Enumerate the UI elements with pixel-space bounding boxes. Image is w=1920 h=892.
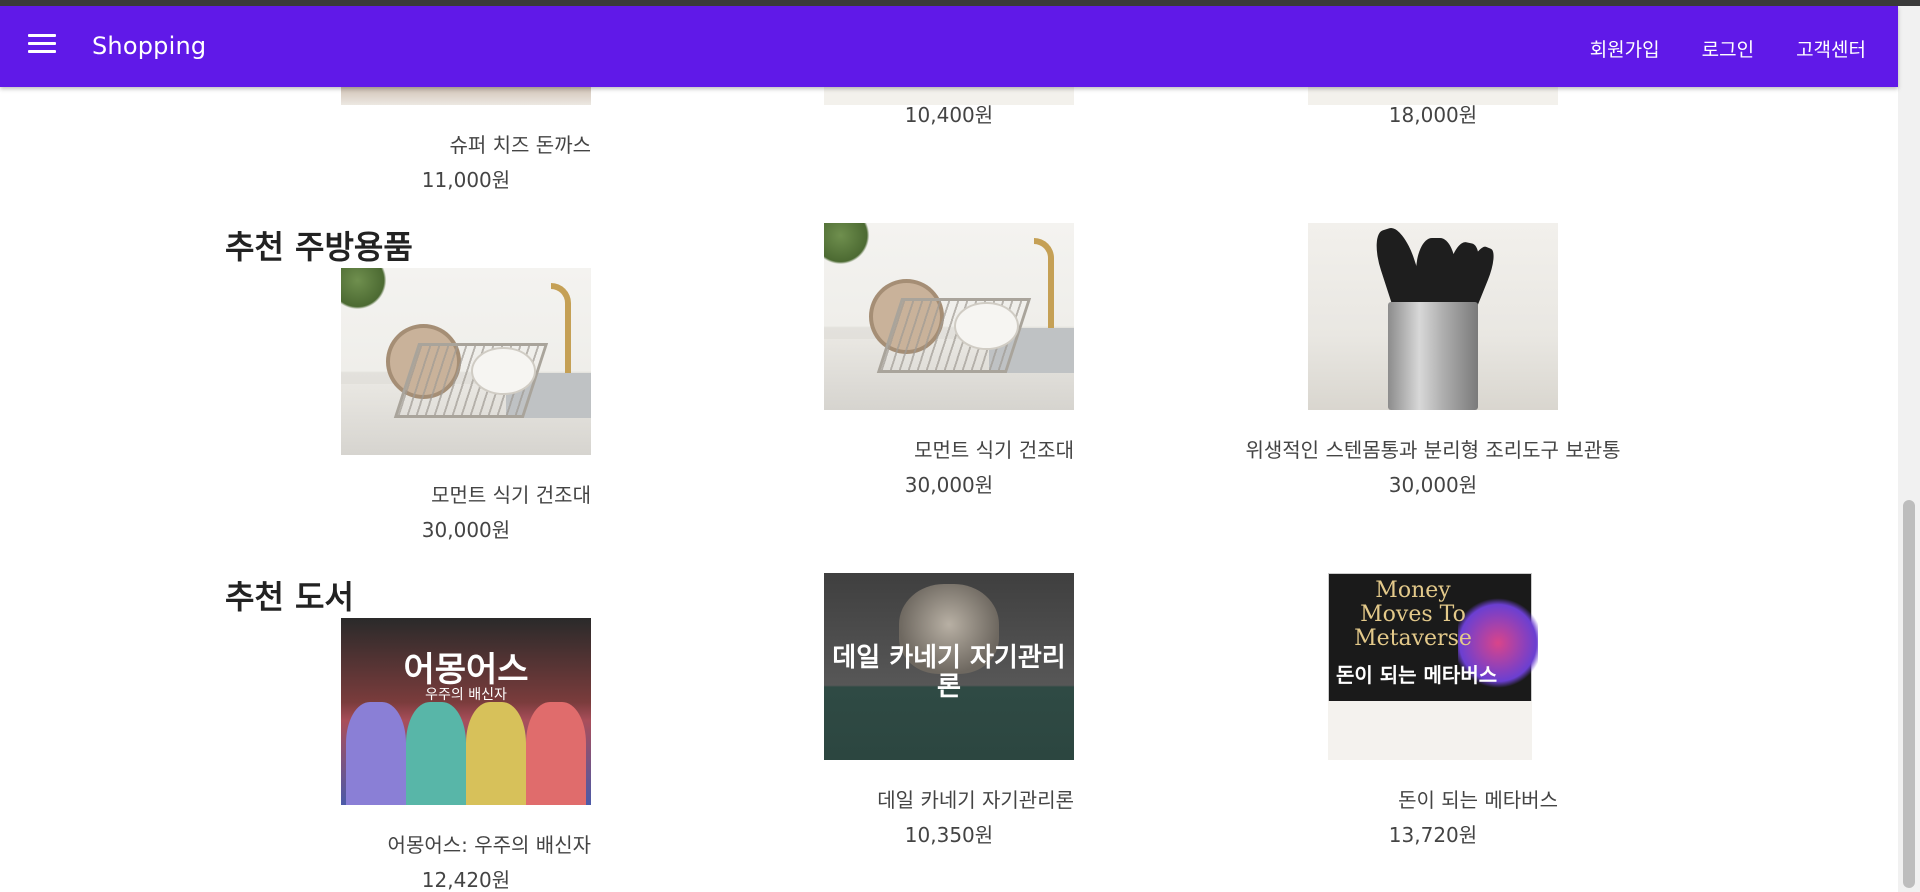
customer-center-link[interactable]: 고객센터 xyxy=(1796,35,1866,62)
product-image[interactable] xyxy=(341,268,591,455)
book-cover-title: Money Moves To Metaverse xyxy=(1354,578,1472,651)
product-price: 10,350원 xyxy=(904,823,994,847)
product-price: 30,000원 xyxy=(904,473,994,497)
menu-icon[interactable] xyxy=(28,34,56,56)
product-image[interactable] xyxy=(1308,223,1558,410)
product-image[interactable]: 어몽어스 우주의 배신자 xyxy=(341,618,591,805)
product-price: 12,420원 xyxy=(421,868,511,892)
product-image[interactable]: Money Moves To Metaverse 돈이 되는 메타버스 xyxy=(1308,573,1558,760)
vertical-scrollbar[interactable] xyxy=(1898,6,1920,892)
product-image[interactable]: 데일 카네기 자기관리론 xyxy=(824,573,1074,760)
product-card[interactable]: 어몽어스 우주의 배신자 어몽어스: 우주의 배신자 12,420원 xyxy=(341,618,591,892)
product-name: 돈이 되는 메타버스 xyxy=(1398,788,1558,812)
window-top-edge xyxy=(0,0,1920,6)
product-card[interactable]: 모먼트 식기 건조대 30,000원 xyxy=(824,223,1074,498)
product-name: 위생적인 스텐몸통과 분리형 조리도구 보관통 xyxy=(1245,438,1621,462)
main-content: 슈퍼 치즈 돈까스 11,000원 10,400원 18,000원 추천 주방용… xyxy=(0,0,1898,892)
book-cover-subtitle: 돈이 되는 메타버스 xyxy=(1336,663,1498,687)
signup-link[interactable]: 회원가입 xyxy=(1590,35,1660,62)
product-card[interactable]: 위생적인 스텐몸통과 분리형 조리도구 보관통 30,000원 xyxy=(1245,223,1621,498)
app-bar: Shopping 회원가입 로그인 고객센터 xyxy=(0,6,1898,87)
product-name: 데일 카네기 자기관리론 xyxy=(877,788,1074,812)
scrollbar-thumb[interactable] xyxy=(1903,500,1915,888)
book-cover-subtitle: 우주의 배신자 xyxy=(425,687,507,703)
product-name: 모먼트 식기 건조대 xyxy=(914,438,1074,462)
product-image[interactable] xyxy=(824,223,1074,410)
product-card[interactable]: 데일 카네기 자기관리론 데일 카네기 자기관리론 10,350원 xyxy=(824,573,1074,848)
product-name: 슈퍼 치즈 돈까스 xyxy=(449,133,591,157)
app-title[interactable]: Shopping xyxy=(92,32,206,60)
section-title: 추천 도서 xyxy=(225,578,354,616)
product-name: 모먼트 식기 건조대 xyxy=(431,483,591,507)
product-name: 어몽어스: 우주의 배신자 xyxy=(387,833,591,857)
section-title: 추천 주방용품 xyxy=(225,228,413,266)
product-price: 30,000원 xyxy=(1388,473,1478,497)
product-price: 11,000원 xyxy=(421,168,511,192)
product-price: 13,720원 xyxy=(1388,823,1478,847)
top-nav: 회원가입 로그인 고객센터 xyxy=(1590,35,1866,62)
book-cover-title: 데일 카네기 자기관리론 xyxy=(832,643,1066,702)
product-card[interactable]: Money Moves To Metaverse 돈이 되는 메타버스 돈이 되… xyxy=(1308,573,1558,848)
product-card[interactable]: 모먼트 식기 건조대 30,000원 xyxy=(341,268,591,543)
product-price: 30,000원 xyxy=(421,518,511,542)
login-link[interactable]: 로그인 xyxy=(1702,35,1754,62)
